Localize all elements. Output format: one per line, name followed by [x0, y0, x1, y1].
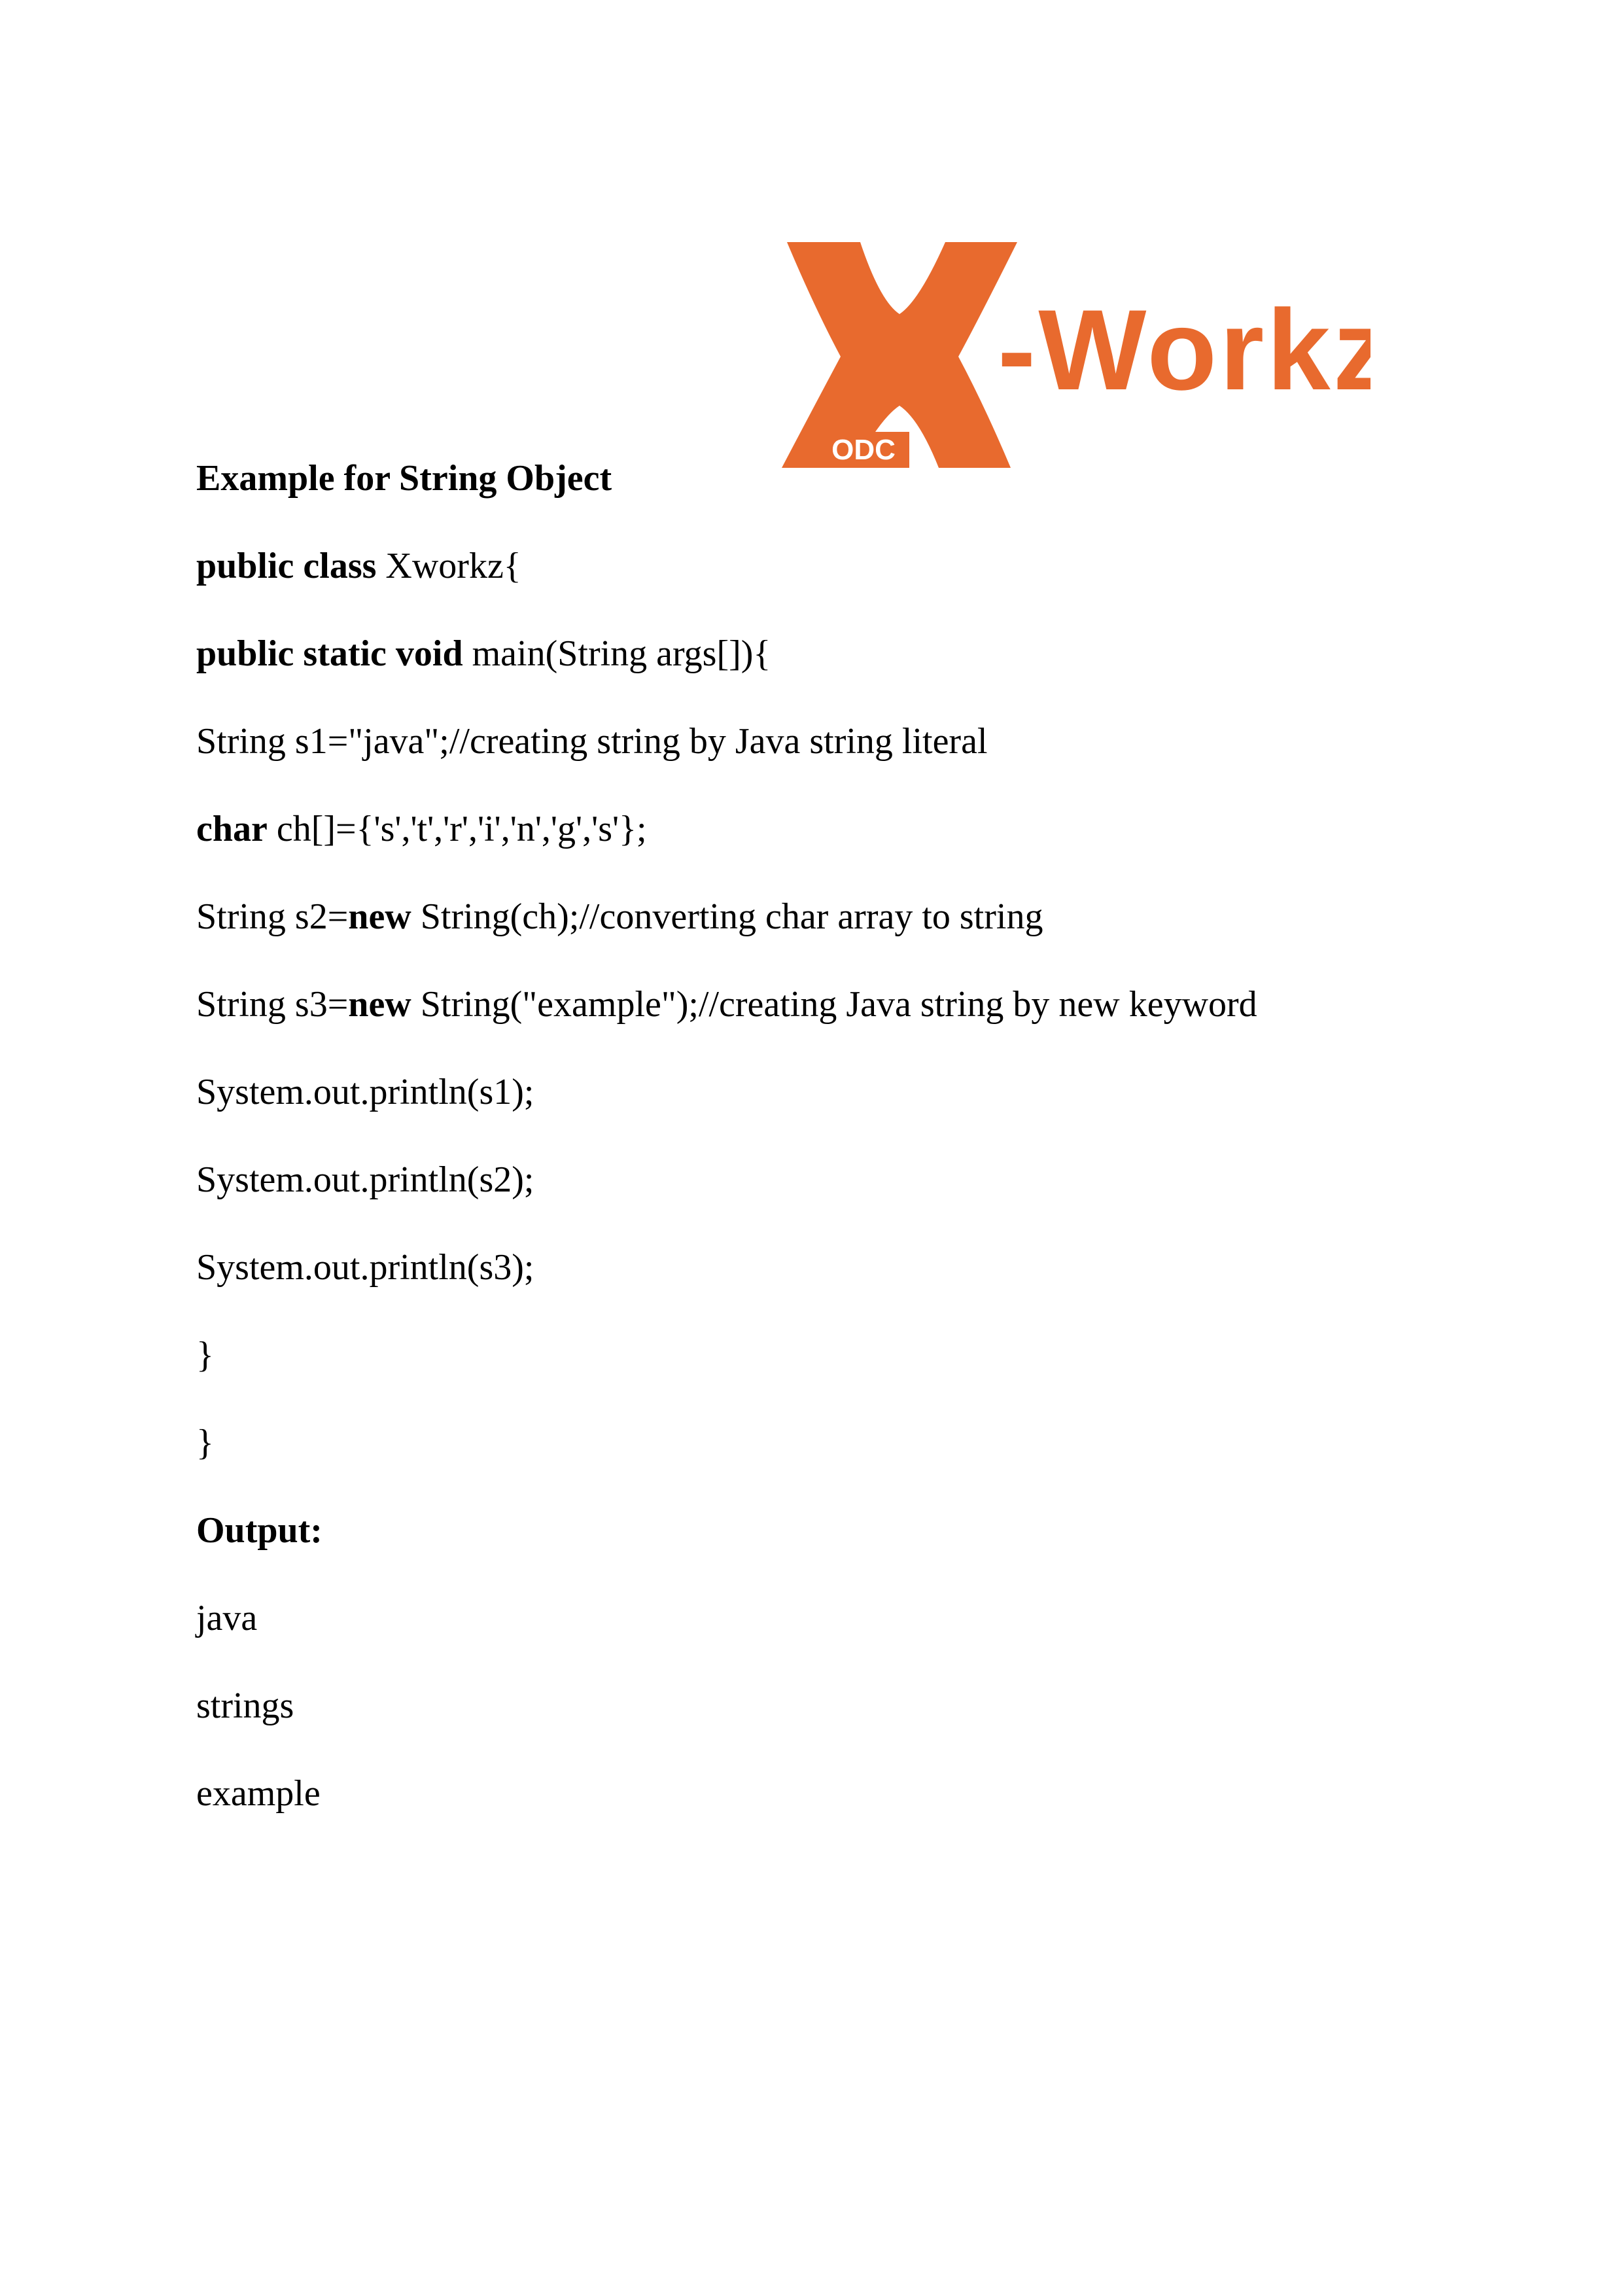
output-line: java: [196, 1598, 258, 1638]
code-line-char-array: char ch[]={'s','t','r','i','n','g','s'};: [196, 809, 647, 849]
code-line-s3: String s3=new String("example");//creati…: [196, 984, 1257, 1025]
code-line-main: public static void main(String args[]){: [196, 633, 771, 674]
code-line-s1: String s1="java";//creating string by Ja…: [196, 721, 988, 762]
code-line-print-s2: System.out.println(s2);: [196, 1159, 534, 1200]
output-line: example: [196, 1773, 321, 1814]
code-line-s2: String s2=new String(ch);//converting ch…: [196, 896, 1043, 937]
code-line-print-s3: System.out.println(s3);: [196, 1247, 534, 1288]
code-line-close-class: }: [196, 1422, 214, 1463]
output-heading: Output:: [196, 1510, 323, 1551]
logo-brand-text: -Workz: [998, 287, 1370, 414]
output-line: strings: [196, 1686, 294, 1726]
code-line-print-s1: System.out.println(s1);: [196, 1072, 534, 1112]
document-title: Example for String Object: [196, 458, 612, 499]
xworkz-logo: ODC -Workz: [782, 242, 1370, 478]
code-line-class: public class Xworkz{: [196, 546, 521, 586]
logo-odc-text: ODC: [831, 434, 896, 466]
code-line-close-method: }: [196, 1335, 214, 1375]
